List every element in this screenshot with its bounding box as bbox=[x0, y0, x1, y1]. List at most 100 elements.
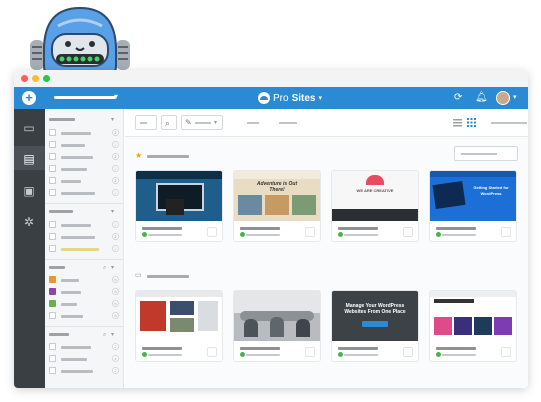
filter-row[interactable]: 2 bbox=[49, 177, 121, 185]
site-select-checkbox[interactable] bbox=[403, 347, 413, 357]
refresh-icon[interactable]: ⟳ bbox=[454, 92, 462, 104]
site-card[interactable]: Getting Started for WordPress bbox=[429, 170, 517, 242]
site-select-checkbox[interactable] bbox=[501, 347, 511, 357]
filter-checkbox[interactable] bbox=[49, 367, 56, 374]
site-card[interactable] bbox=[429, 290, 517, 362]
avatar-caret-icon[interactable]: ▾ bbox=[513, 92, 517, 104]
filter-checkbox[interactable] bbox=[49, 141, 56, 148]
site-select-checkbox[interactable] bbox=[207, 347, 217, 357]
filter-row[interactable]: 2 bbox=[49, 153, 121, 161]
filter-checkbox[interactable] bbox=[49, 355, 56, 362]
id-card-icon[interactable]: ▣ bbox=[22, 184, 36, 198]
filter-group-caret-icon[interactable]: ▾ bbox=[111, 206, 114, 218]
search-icon[interactable]: ⌕ bbox=[103, 262, 106, 274]
filter-row[interactable]: 2 bbox=[49, 343, 121, 351]
filter-row[interactable]: 2 bbox=[49, 129, 121, 137]
site-card[interactable]: Manage Your WordPress Websites From One … bbox=[331, 290, 419, 362]
filter-label bbox=[61, 248, 99, 251]
brand-main: Sites bbox=[291, 92, 316, 104]
site-thumbnail bbox=[136, 291, 222, 341]
sites-icon[interactable]: ▤ bbox=[22, 152, 36, 166]
filter-group-caret-icon[interactable]: ▾ bbox=[111, 262, 114, 274]
maximize-window-dot[interactable] bbox=[43, 75, 50, 82]
main-content: ⌕ ✎ ▾ ★ Adventure is Out There! WE ARE C… bbox=[125, 109, 528, 388]
status-ok-icon bbox=[142, 352, 147, 357]
toolbar: ⌕ ✎ ▾ bbox=[125, 109, 528, 137]
filter-checkbox[interactable] bbox=[49, 221, 56, 228]
brand-caret-icon[interactable]: ▾ bbox=[318, 94, 322, 102]
site-select-checkbox[interactable] bbox=[305, 347, 315, 357]
filter-group-heading bbox=[49, 266, 65, 269]
site-card[interactable]: WE ARE CREATIVE bbox=[331, 170, 419, 242]
filter-row[interactable]: 5 bbox=[49, 276, 121, 284]
brand-prefix: Pro bbox=[273, 92, 289, 104]
monitor-icon[interactable]: ▭ bbox=[22, 121, 36, 135]
left-nav: ▭ ▤ ▣ ✲ bbox=[14, 109, 45, 388]
filter-checkbox[interactable] bbox=[49, 312, 56, 319]
filter-row[interactable]: 5 bbox=[49, 288, 121, 296]
site-thumbnail bbox=[234, 291, 320, 341]
grid-view-icon[interactable] bbox=[467, 118, 476, 127]
site-selector-caret-icon[interactable]: ▾ bbox=[114, 92, 118, 101]
prosites-logo-icon bbox=[258, 92, 270, 104]
site-name bbox=[142, 227, 182, 230]
filter-count: 5 bbox=[112, 300, 119, 307]
site-select-checkbox[interactable] bbox=[305, 227, 315, 237]
wrench-icon: ✎ bbox=[185, 118, 192, 127]
site-card[interactable] bbox=[135, 290, 223, 362]
filter-count: 5 bbox=[112, 276, 119, 283]
site-name bbox=[142, 347, 182, 350]
filter-group-caret-icon[interactable]: ▾ bbox=[111, 114, 114, 126]
filter-row[interactable]: 5 bbox=[49, 300, 121, 308]
bell-icon[interactable]: 🔔︎ bbox=[475, 92, 488, 104]
filter-row[interactable]: 2 bbox=[49, 367, 121, 375]
close-window-dot[interactable] bbox=[21, 75, 28, 82]
site-select-checkbox[interactable] bbox=[501, 227, 511, 237]
filter-group-caret-icon[interactable]: ▾ bbox=[111, 329, 114, 341]
minimize-window-dot[interactable] bbox=[32, 75, 39, 82]
site-card[interactable]: Adventure is Out There! bbox=[233, 170, 321, 242]
filter-label bbox=[61, 156, 93, 159]
filter-row[interactable]: 4 bbox=[49, 355, 121, 363]
filter-row[interactable]: 5 bbox=[49, 312, 121, 320]
filter-label bbox=[61, 180, 81, 183]
add-site-button[interactable]: + bbox=[22, 91, 36, 105]
site-select-checkbox[interactable] bbox=[403, 227, 413, 237]
filter-checkbox[interactable] bbox=[49, 233, 56, 240]
filter-row[interactable]: 2 bbox=[49, 189, 121, 197]
toolbar-link[interactable] bbox=[247, 122, 259, 124]
filter-count: 2 bbox=[112, 245, 119, 252]
filter-row[interactable]: 2 bbox=[49, 245, 121, 253]
site-card[interactable] bbox=[233, 290, 321, 362]
site-thumbnail bbox=[430, 291, 516, 341]
filter-row[interactable]: 2 bbox=[49, 233, 121, 241]
filter-label bbox=[61, 291, 81, 294]
filter-checkbox[interactable] bbox=[49, 165, 56, 172]
sort-dropdown[interactable] bbox=[454, 146, 518, 161]
site-url bbox=[246, 234, 280, 236]
filter-row[interactable]: 2 bbox=[49, 165, 121, 173]
filter-checkbox[interactable] bbox=[49, 129, 56, 136]
site-selector[interactable] bbox=[54, 96, 116, 99]
brand-logo: Pro Sites ▾ bbox=[258, 91, 322, 105]
site-select-checkbox[interactable] bbox=[207, 227, 217, 237]
list-view-icon[interactable] bbox=[453, 118, 462, 127]
filter-label bbox=[61, 192, 95, 195]
filter-checkbox[interactable] bbox=[49, 245, 56, 252]
site-card[interactable] bbox=[135, 170, 223, 242]
filter-checkbox[interactable] bbox=[49, 343, 56, 350]
filter-row[interactable]: 2 bbox=[49, 221, 121, 229]
filter-checkbox[interactable] bbox=[49, 177, 56, 184]
toolbar-link[interactable] bbox=[279, 122, 297, 124]
filter-checkbox[interactable] bbox=[49, 189, 56, 196]
avatar[interactable] bbox=[496, 91, 510, 105]
gear-icon[interactable]: ✲ bbox=[22, 215, 36, 229]
filter-row[interactable]: 2 bbox=[49, 141, 121, 149]
site-count-label bbox=[491, 122, 527, 124]
filter-checkbox[interactable] bbox=[49, 153, 56, 160]
filter-label bbox=[61, 315, 83, 318]
site-url bbox=[344, 234, 378, 236]
status-ok-icon bbox=[338, 352, 343, 357]
search-icon[interactable]: ⌕ bbox=[103, 329, 106, 341]
filter-label bbox=[61, 144, 85, 147]
